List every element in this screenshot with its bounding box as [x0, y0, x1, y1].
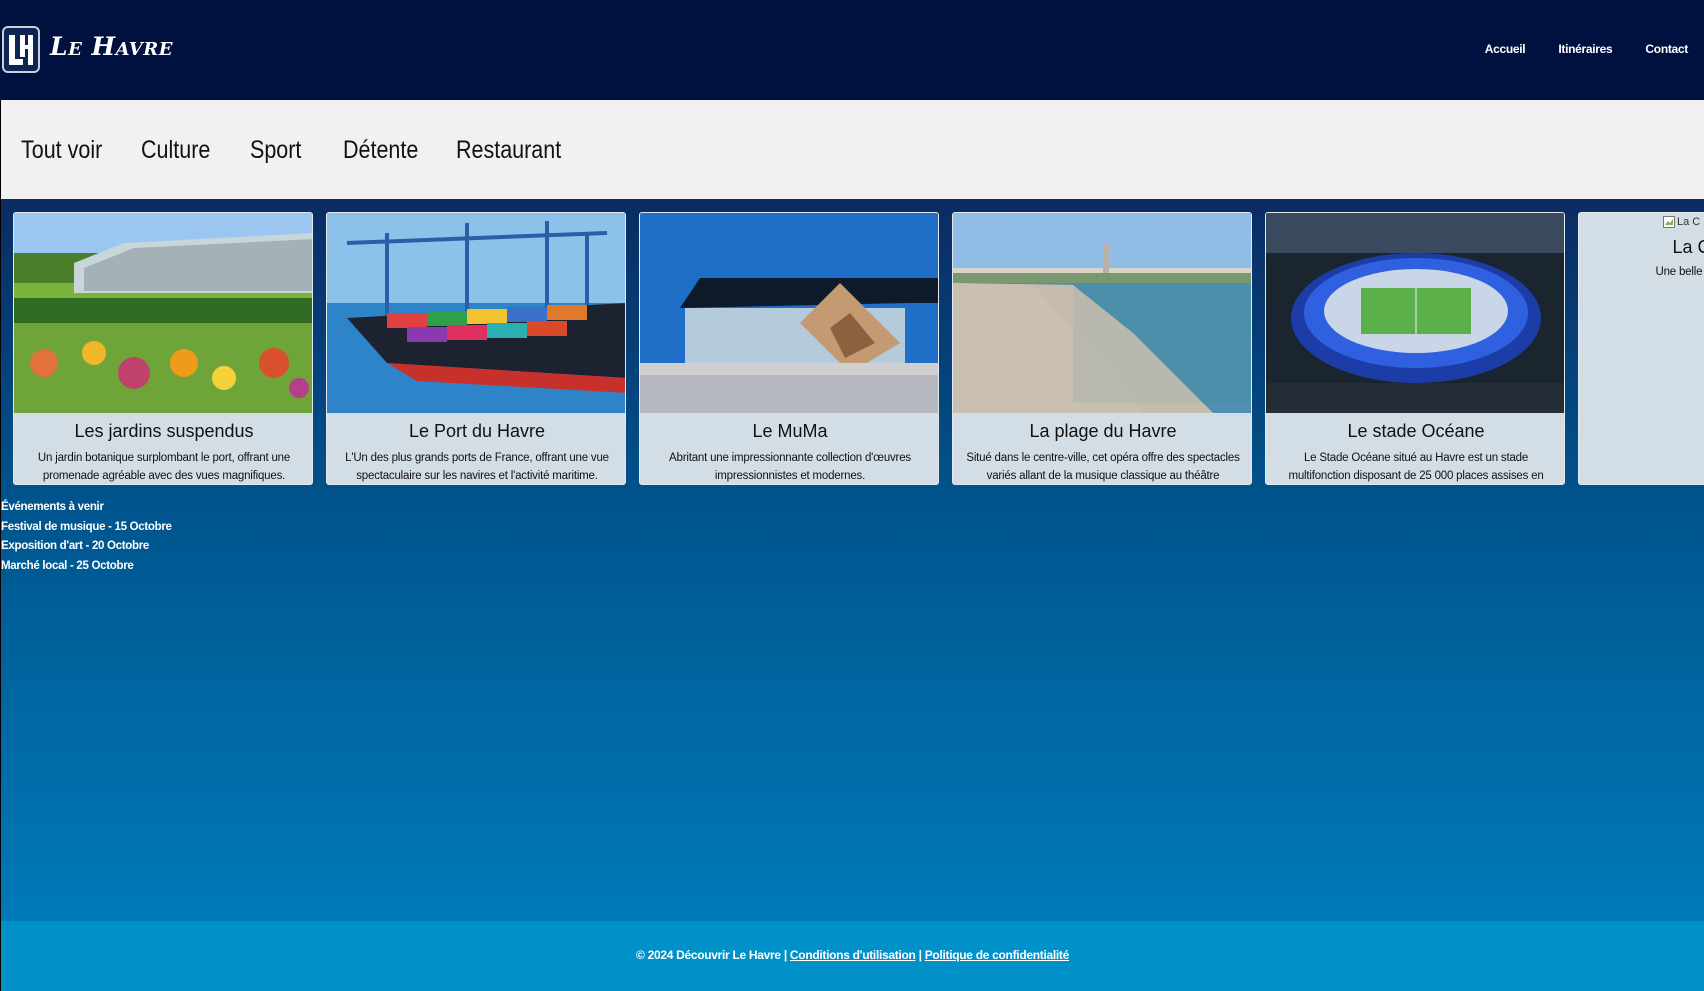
card-description: Situé dans le centre-ville, cet opéra of… [966, 452, 1240, 482]
nav-contact[interactable]: Contact [1645, 42, 1688, 56]
event-item: Marché local - 25 Octobre [1, 559, 134, 572]
top-nav: Accueil Itinéraires Contact [1452, 42, 1689, 56]
footer-line: © 2024 Découvrir Le Havre | Conditions d… [1, 948, 1704, 962]
logo-icon [9, 34, 33, 65]
event-item: Exposition d'art - 20 Octobre [1, 540, 150, 552]
card-plage[interactable]: La plage du Havre Situé dans le centre-v… [952, 212, 1252, 485]
card-description: Le Stade Océane situé au Havre est un st… [1288, 452, 1544, 482]
broken-image: La C [1663, 216, 1700, 228]
card-image [327, 213, 625, 413]
events-heading: Événements à venir [1, 501, 104, 513]
site-footer: © 2024 Découvrir Le Havre | Conditions d… [1, 921, 1704, 991]
broken-image-icon [1663, 216, 1675, 228]
filter-restaurant[interactable]: Restaurant [456, 136, 561, 165]
card-description: Abritant une impressionnante collection … [669, 452, 911, 482]
terms-link[interactable]: Conditions d'utilisation [790, 948, 916, 962]
site-header: Le Havre Accueil Itinéraires Contact [0, 0, 1704, 100]
filter-culture[interactable]: Culture [141, 136, 210, 165]
attractions-carousel: Les jardins suspendus Un jardin botaniqu… [13, 212, 1704, 487]
card-description: L'Un des plus grands ports de France, of… [345, 452, 609, 482]
card-title: La Cathédrale [1672, 237, 1704, 257]
card-description: Un jardin botanique surplombant le port,… [37, 452, 291, 482]
card-image [1266, 213, 1564, 413]
card-title: Le Port du Havre [408, 421, 546, 441]
card-title: Les jardins suspendus [74, 421, 254, 441]
footer-separator: | [918, 948, 922, 962]
card-image [640, 213, 938, 413]
card-description: Une belle cathédrale gothique [1655, 266, 1704, 278]
site-title[interactable]: Le Havre [50, 32, 173, 61]
card-port[interactable]: Le Port du Havre L'Un des plus grands po… [326, 212, 626, 485]
category-filter-bar: Tout voir Culture Sport Détente Restaura… [1, 100, 1704, 199]
card-title: La plage du Havre [1029, 421, 1177, 441]
filter-sport[interactable]: Sport [250, 136, 301, 165]
card-title: Le stade Océane [1347, 421, 1485, 441]
card-title: Le MuMa [752, 421, 828, 441]
broken-image-alt: La C [1677, 216, 1701, 228]
nav-accueil[interactable]: Accueil [1485, 42, 1526, 56]
card-jardins[interactable]: Les jardins suspendus Un jardin botaniqu… [13, 212, 313, 485]
logo[interactable] [2, 26, 40, 73]
privacy-link[interactable]: Politique de confidentialité [925, 948, 1070, 962]
card-muma[interactable]: Le MuMa Abritant une impressionnante col… [639, 212, 939, 485]
event-item: Festival de musique - 15 Octobre [1, 520, 172, 533]
card-image [953, 213, 1251, 413]
footer-copyright: © 2024 Découvrir Le Havre [636, 948, 781, 962]
footer-separator: | [783, 948, 787, 962]
filter-detente[interactable]: Détente [343, 136, 418, 165]
card-cathedrale[interactable]: La C La Cathédrale Une belle cathédrale … [1578, 212, 1704, 485]
events-section: Événements à venir Festival de musique -… [1, 498, 172, 576]
card-stade[interactable]: Le stade Océane Le Stade Océane situé au… [1265, 212, 1565, 485]
nav-itineraires[interactable]: Itinéraires [1558, 42, 1612, 56]
filter-tout-voir[interactable]: Tout voir [21, 136, 102, 165]
card-image [14, 213, 312, 413]
